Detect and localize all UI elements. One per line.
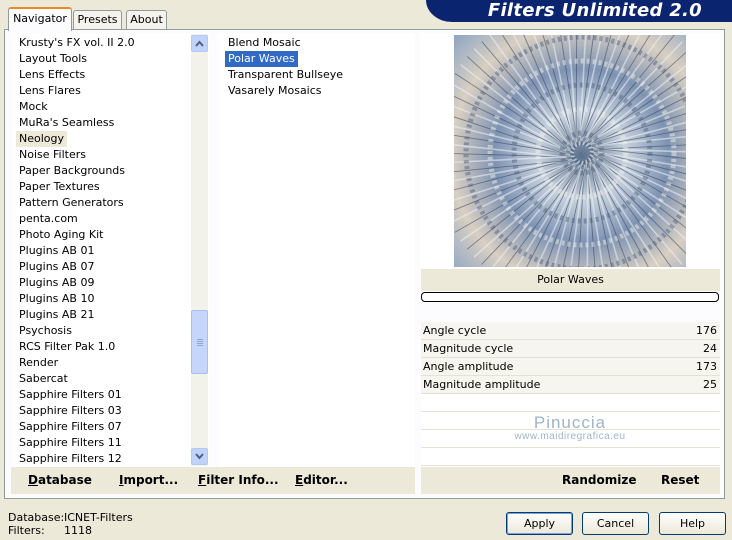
category-item[interactable]: Paper Textures bbox=[16, 179, 103, 195]
editor-button[interactable]: Editor... bbox=[295, 467, 348, 494]
category-item[interactable]: Sapphire Filters 07 bbox=[16, 419, 125, 435]
progress-bar bbox=[421, 292, 719, 302]
category-item[interactable]: Sapphire Filters 11 bbox=[16, 435, 125, 451]
status-filters: Filters: 1118 bbox=[8, 524, 92, 537]
scroll-down-button[interactable] bbox=[191, 448, 208, 465]
param-row-empty bbox=[421, 430, 720, 448]
param-value: 24 bbox=[703, 342, 717, 355]
preview-image bbox=[454, 35, 686, 267]
reset-button[interactable]: Reset bbox=[661, 467, 699, 494]
chevron-down-icon bbox=[195, 453, 204, 460]
category-item[interactable]: RCS Filter Pak 1.0 bbox=[16, 339, 118, 355]
database-button[interactable]: Database bbox=[28, 467, 92, 494]
category-item[interactable]: Plugins AB 01 bbox=[16, 243, 97, 259]
scroll-up-button[interactable] bbox=[191, 35, 208, 52]
action-bar-left: Database Import... Filter Info... Editor… bbox=[11, 467, 415, 494]
category-item[interactable]: Lens Flares bbox=[16, 83, 84, 99]
category-item[interactable]: Plugins AB 09 bbox=[16, 275, 97, 291]
category-item[interactable]: Sapphire Filters 03 bbox=[16, 403, 125, 419]
category-item[interactable]: penta.com bbox=[16, 211, 81, 227]
category-item[interactable]: Layout Tools bbox=[16, 51, 90, 67]
category-item[interactable]: Mock bbox=[16, 99, 51, 115]
filter-list[interactable]: Blend Mosaic Polar Waves Transparent Bulls… bbox=[218, 33, 415, 467]
filter-item[interactable]: Polar Waves bbox=[225, 51, 298, 67]
category-item[interactable]: Neology bbox=[16, 131, 68, 147]
param-row-empty bbox=[421, 448, 720, 466]
import-button[interactable]: Import... bbox=[119, 467, 178, 494]
category-item[interactable]: Photo Aging Kit bbox=[16, 227, 106, 243]
status-filters-label: Filters: bbox=[8, 524, 45, 537]
category-item[interactable]: Paper Backgrounds bbox=[16, 163, 128, 179]
filter-item[interactable]: Vasarely Mosaics bbox=[225, 83, 325, 99]
category-item[interactable]: Render bbox=[16, 355, 61, 371]
param-label: Magnitude amplitude bbox=[423, 378, 541, 391]
help-button[interactable]: Help bbox=[659, 512, 726, 535]
category-item[interactable]: Plugins AB 07 bbox=[16, 259, 97, 275]
category-item[interactable]: Lens Effects bbox=[16, 67, 88, 83]
category-item[interactable]: Krusty's FX vol. II 2.0 bbox=[16, 35, 138, 51]
preview-filter-name: Polar Waves bbox=[421, 269, 720, 291]
status-database-label: Database: bbox=[8, 511, 65, 524]
filter-info-button[interactable]: Filter Info... bbox=[198, 467, 279, 494]
param-label: Angle amplitude bbox=[423, 360, 514, 373]
param-row-angle-cycle[interactable]: Angle cycle 176 bbox=[421, 322, 720, 340]
category-item[interactable]: Sapphire Filters 12 bbox=[16, 451, 125, 467]
tab-navigator[interactable]: Navigator bbox=[8, 7, 72, 31]
status-database-value: ICNET-Filters bbox=[64, 511, 133, 524]
category-scrollbar[interactable] bbox=[191, 34, 208, 466]
status-database: Database: ICNET-Filters bbox=[8, 511, 133, 524]
scroll-thumb[interactable] bbox=[191, 310, 208, 374]
category-item[interactable]: Noise Filters bbox=[16, 147, 89, 163]
param-row-empty bbox=[421, 412, 720, 430]
filter-item[interactable]: Transparent Bullseye bbox=[225, 67, 346, 83]
category-item[interactable]: Sabercat bbox=[16, 371, 71, 387]
category-list[interactable]: Krusty's FX vol. II 2.0 Layout Tools Lens … bbox=[12, 33, 209, 467]
param-value: 25 bbox=[703, 378, 717, 391]
filter-item[interactable]: Blend Mosaic bbox=[225, 35, 304, 51]
title-banner: Filters Unlimited 2.0 bbox=[426, 0, 732, 22]
category-item[interactable]: Psychosis bbox=[16, 323, 75, 339]
parameter-panel: Angle cycle 176 Magnitude cycle 24 Angle… bbox=[421, 322, 720, 466]
tab-presets[interactable]: Presets bbox=[73, 10, 122, 29]
tab-about[interactable]: About bbox=[126, 10, 167, 29]
param-value: 173 bbox=[696, 360, 717, 373]
param-row-magnitude-cycle[interactable]: Magnitude cycle 24 bbox=[421, 340, 720, 358]
param-label: Magnitude cycle bbox=[423, 342, 514, 355]
param-row-magnitude-amplitude[interactable]: Magnitude amplitude 25 bbox=[421, 376, 720, 394]
category-item[interactable]: Plugins AB 10 bbox=[16, 291, 97, 307]
param-row-empty bbox=[421, 394, 720, 412]
param-value: 176 bbox=[696, 324, 717, 337]
category-item[interactable]: Sapphire Filters 01 bbox=[16, 387, 125, 403]
apply-button[interactable]: Apply bbox=[506, 512, 573, 535]
action-bar-right: Randomize Reset bbox=[421, 467, 720, 494]
category-item[interactable]: Pattern Generators bbox=[16, 195, 127, 211]
cancel-button[interactable]: Cancel bbox=[582, 512, 649, 535]
category-item[interactable]: MuRa's Seamless bbox=[16, 115, 117, 131]
randomize-button[interactable]: Randomize bbox=[562, 467, 636, 494]
param-label: Angle cycle bbox=[423, 324, 487, 337]
chevron-up-icon bbox=[195, 40, 204, 47]
category-item[interactable]: Plugins AB 21 bbox=[16, 307, 97, 323]
status-filters-value: 1118 bbox=[64, 524, 92, 537]
param-row-angle-amplitude[interactable]: Angle amplitude 173 bbox=[421, 358, 720, 376]
app-title: Filters Unlimited 2.0 bbox=[487, 0, 702, 21]
